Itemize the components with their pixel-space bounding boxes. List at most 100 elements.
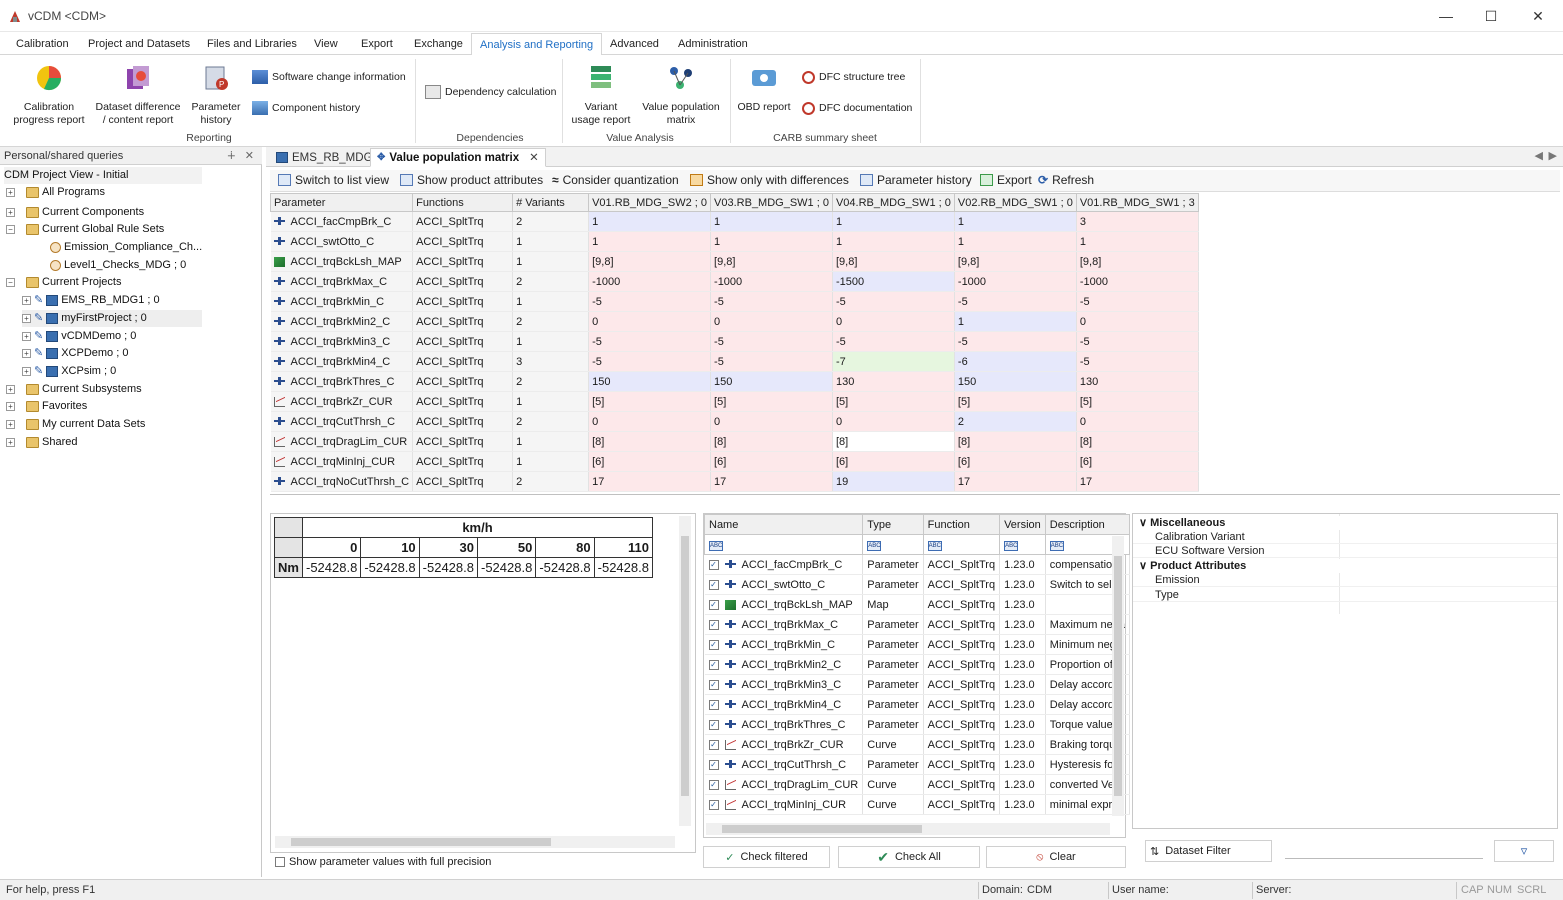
variant-value-cell[interactable]: 0 <box>832 411 955 432</box>
matrix-row[interactable]: ACCI_trqBrkMin2_C ACCI_SpltTrq 2 0 0 0 1 0 <box>270 311 1199 332</box>
row-checkbox[interactable]: ✓ <box>708 559 719 570</box>
tree-current-components[interactable]: + Current Components <box>6 204 144 221</box>
tab-analysis-and-reporting[interactable]: Analysis and Reporting <box>471 33 603 56</box>
matrix-row[interactable]: ACCI_trqBrkMin_C ACCI_SpltTrq 1 -5 -5 -5 -5 -5 <box>270 291 1199 312</box>
list-ver-cell[interactable]: 1.23.0 <box>999 794 1046 815</box>
list-func-cell[interactable]: ACCI_SpltTrq <box>923 734 1001 755</box>
list-row[interactable]: ✓ ACCI_trqDragLim_CUR Curve ACCI_SpltTrq 1.2… <box>704 774 1130 795</box>
function-cell[interactable]: ACCI_SpltTrq <box>412 431 514 452</box>
list-name-cell[interactable]: ✓ ACCI_trqBrkMax_C <box>704 614 864 635</box>
text-filter-icon[interactable]: ABC <box>1049 541 1064 551</box>
function-cell[interactable]: ACCI_SpltTrq <box>412 271 514 292</box>
list-ver-cell[interactable]: 1.23.0 <box>999 574 1046 595</box>
variants-count-cell[interactable]: 1 <box>512 391 590 412</box>
row-checkbox[interactable]: ✓ <box>708 639 719 650</box>
variant-value-cell[interactable]: [5] <box>1076 391 1199 412</box>
variant-value-cell[interactable]: [8] <box>1076 431 1199 452</box>
tree-emission-compliance[interactable]: Emission_Compliance_Ch... <box>50 239 202 256</box>
variant-value-cell[interactable]: 0 <box>710 311 833 332</box>
matrix-row[interactable]: ACCI_trqBrkMin3_C ACCI_SpltTrq 1 -5 -5 -5 -5 -5 <box>270 331 1199 352</box>
variant-value-cell[interactable]: 150 <box>954 371 1077 392</box>
category-product-attributes[interactable]: ∨ Product Attributes <box>1133 559 1557 573</box>
variants-count-cell[interactable]: 1 <box>512 431 590 452</box>
variant-value-cell[interactable]: 1 <box>832 211 955 232</box>
full-precision-checkbox-row[interactable]: Show parameter values with full precisio… <box>275 856 491 868</box>
list-func-cell[interactable]: ACCI_SpltTrq <box>923 754 1001 775</box>
column-filter-cell[interactable]: ABC <box>922 534 1001 555</box>
matrix-column-header[interactable]: V04.RB_MDG_SW1 ; 0 <box>831 193 955 212</box>
list-name-cell[interactable]: ✓ ACCI_trqBrkThres_C <box>704 714 864 735</box>
variant-value-cell[interactable]: 1 <box>954 231 1077 252</box>
expand-icon[interactable]: + <box>22 349 31 358</box>
matrix-row[interactable]: ACCI_trqBrkZr_CUR ACCI_SpltTrq 1 [5] [5] [5][… <box>270 391 1199 412</box>
collapse-icon[interactable]: − <box>6 278 15 287</box>
list-name-cell[interactable]: ✓ ACCI_swtOtto_C <box>704 574 864 595</box>
variant-value-cell[interactable]: 3 <box>1076 211 1199 232</box>
parameter-name-cell[interactable]: ACCI_trqCutThrsh_C <box>270 411 414 432</box>
scroll-thumb[interactable] <box>1114 556 1122 796</box>
variant-value-cell[interactable]: 1 <box>832 231 955 252</box>
scroll-tabs-right-icon[interactable]: ▶ <box>1549 149 1557 162</box>
variant-value-cell[interactable]: [6] <box>588 451 712 472</box>
variant-value-cell[interactable]: 1 <box>588 211 712 232</box>
variant-value-cell[interactable]: [9,8] <box>832 251 955 272</box>
tab-project-and-datasets[interactable]: Project and Datasets <box>80 33 198 55</box>
tree-current-subsystems[interactable]: + Current Subsystems <box>6 381 142 398</box>
clear-button[interactable]: ⦸ Clear <box>986 846 1126 868</box>
project-view-selector[interactable]: CDM Project View - Initial <box>4 167 202 184</box>
variant-value-cell[interactable]: [8] <box>588 431 712 452</box>
variant-value-cell[interactable]: [6] <box>832 451 955 472</box>
list-name-cell[interactable]: ✓ ACCI_facCmpBrk_C <box>704 554 864 575</box>
list-func-cell[interactable]: ACCI_SpltTrq <box>923 654 1001 675</box>
row-checkbox[interactable]: ✓ <box>708 699 719 710</box>
maximize-button[interactable]: ☐ <box>1480 6 1502 26</box>
value-population-matrix-button[interactable]: Value population matrix <box>640 63 722 127</box>
column-filter-cell[interactable]: ABC <box>999 534 1046 555</box>
variant-value-cell[interactable]: -5 <box>1076 351 1199 372</box>
minimize-button[interactable]: — <box>1435 6 1457 26</box>
list-ver-cell[interactable]: 1.23.0 <box>999 614 1046 635</box>
variant-value-cell[interactable]: -5 <box>710 291 833 312</box>
function-cell[interactable]: ACCI_SpltTrq <box>412 471 514 492</box>
list-ver-cell[interactable]: 1.23.0 <box>999 694 1046 715</box>
tree-project-ems-rb-mdg1[interactable]: + ✎ EMS_RB_MDG1 ; 0 <box>22 292 160 309</box>
tree-level1-checks[interactable]: Level1_Checks_MDG ; 0 <box>50 257 186 274</box>
list-horizontal-scrollbar[interactable] <box>706 823 1110 835</box>
list-func-cell[interactable]: ACCI_SpltTrq <box>923 694 1001 715</box>
dataset-difference-button[interactable]: Dataset difference / content report <box>94 63 182 127</box>
doc-tab-value-population-matrix[interactable]: ✥ Value population matrix ✕ <box>370 148 546 167</box>
parameter-name-cell[interactable]: ACCI_trqNoCutThrsh_C <box>270 471 414 492</box>
variant-value-cell[interactable]: [6] <box>710 451 833 472</box>
row-checkbox[interactable]: ✓ <box>708 739 719 750</box>
variant-value-cell[interactable]: -7 <box>832 351 955 372</box>
variant-value-cell[interactable]: [5] <box>710 391 833 412</box>
variant-value-cell[interactable]: 0 <box>588 411 712 432</box>
list-type-cell[interactable]: Parameter <box>862 654 924 675</box>
variant-value-cell[interactable]: [5] <box>832 391 955 412</box>
list-name-cell[interactable]: ✓ ACCI_trqBrkMin4_C <box>704 694 864 715</box>
text-filter-icon[interactable]: ABC <box>867 541 882 551</box>
list-ver-cell[interactable]: 1.23.0 <box>999 674 1046 695</box>
tree-current-global-rule-sets[interactable]: − Current Global Rule Sets <box>6 221 164 238</box>
tree-favorites[interactable]: + Favorites <box>6 398 87 415</box>
variants-count-cell[interactable]: 1 <box>512 231 590 252</box>
text-filter-icon[interactable]: ABC <box>927 541 942 551</box>
close-window-button[interactable]: ✕ <box>1527 6 1549 26</box>
parameter-name-cell[interactable]: ACCI_trqBrkMin3_C <box>270 331 414 352</box>
list-type-cell[interactable]: Parameter <box>862 674 924 695</box>
expand-icon[interactable]: + <box>6 188 15 197</box>
curve-vertical-scrollbar[interactable] <box>679 516 691 826</box>
variant-value-cell[interactable]: 0 <box>832 311 955 332</box>
variant-value-cell[interactable]: 1 <box>1076 231 1199 252</box>
list-func-cell[interactable]: ACCI_SpltTrq <box>923 774 1001 795</box>
tree-project-xcpdemo[interactable]: + ✎ XCPDemo ; 0 <box>22 345 128 362</box>
category-miscellaneous[interactable]: ∨ Miscellaneous <box>1133 516 1557 530</box>
list-name-cell[interactable]: ✓ ACCI_trqBckLsh_MAP <box>704 594 864 615</box>
list-func-cell[interactable]: ACCI_SpltTrq <box>923 674 1001 695</box>
full-precision-checkbox[interactable] <box>275 857 285 867</box>
list-name-cell[interactable]: ✓ ACCI_trqBrkMin3_C <box>704 674 864 695</box>
row-checkbox[interactable]: ✓ <box>708 759 719 770</box>
variant-value-cell[interactable]: -1500 <box>832 271 955 292</box>
expand-icon[interactable]: + <box>6 438 15 447</box>
variant-value-cell[interactable]: 130 <box>832 371 955 392</box>
